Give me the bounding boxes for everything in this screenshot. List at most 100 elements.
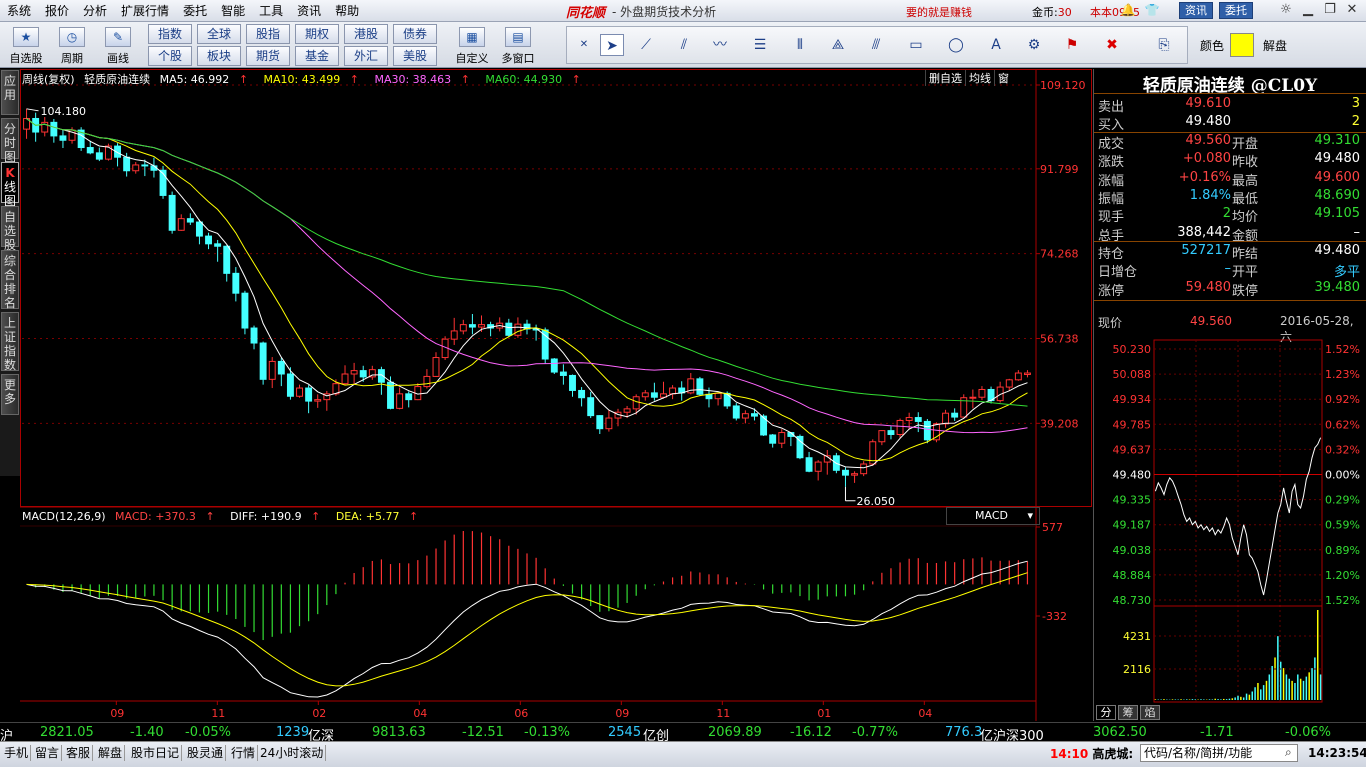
fan-tool-icon[interactable]: ⟁ — [826, 34, 850, 56]
coin-display[interactable]: 金币:30 — [1032, 4, 1072, 20]
bookmark-icon[interactable]: ⚑ — [1060, 34, 1084, 56]
draw-button[interactable]: ✎ 画线 — [98, 25, 138, 65]
status-button[interactable]: 股灵通 — [185, 745, 227, 761]
status-button[interactable]: 24小时滚动 — [258, 745, 327, 761]
text-tool-icon[interactable]: A — [984, 34, 1008, 56]
channel-tool-icon[interactable]: ⫽ — [672, 34, 696, 56]
status-button[interactable]: 留言 — [33, 745, 63, 761]
coin-label: 金币: — [1032, 6, 1058, 19]
indicator-select[interactable]: MACD ▾ — [946, 507, 1040, 525]
kline-chart[interactable]: 109.120 91.799 74.268 56.738 39.208 104.180 26… — [20, 69, 1092, 721]
ellipse-tool-icon[interactable]: ◯ — [944, 34, 968, 56]
candle-body — [978, 388, 986, 398]
ma-button[interactable]: 均线 — [965, 70, 994, 86]
rectangle-tool-icon[interactable]: ▭ — [904, 34, 928, 56]
market-button[interactable]: 外汇 — [344, 46, 388, 66]
ma10-value: MA10: 43.499 ↑ — [264, 73, 365, 86]
parallel-tool-icon[interactable]: ⫻ — [864, 34, 888, 56]
slogan-link[interactable]: 要的就是赚钱 — [906, 4, 972, 20]
gear-icon[interactable]: ⚙ — [1022, 34, 1046, 56]
menu-item[interactable]: 帮助 — [328, 2, 366, 19]
menu-item[interactable]: 委托 — [176, 2, 214, 19]
delete-icon[interactable]: ✖ — [1100, 34, 1124, 56]
left-tab[interactable]: 分时图 — [1, 118, 19, 164]
candle-body — [1005, 379, 1013, 388]
toolbar-close-icon[interactable]: ✕ — [572, 34, 596, 56]
menu-item[interactable]: 报价 — [38, 2, 76, 19]
left-tab[interactable]: 更多 — [1, 374, 19, 415]
tab-chips[interactable]: 筹 — [1118, 705, 1138, 720]
x-tick-label: 06 — [514, 707, 528, 720]
quote-row: 持仓 527217 昨结 49.480 — [1096, 243, 1364, 262]
menu-item[interactable]: 工具 — [252, 2, 290, 19]
trade-button[interactable]: 委托 — [1219, 2, 1253, 19]
menu-item[interactable]: 分析 — [76, 2, 114, 19]
window-button[interactable]: 窗 — [994, 70, 1012, 86]
status-button[interactable]: 手机 — [2, 745, 32, 761]
custom-layout-button[interactable]: ▦ 自定义 — [452, 25, 492, 65]
bars-tool-icon[interactable]: ⦀ — [788, 34, 812, 56]
export-icon[interactable]: ⎘ — [1152, 34, 1176, 56]
cursor-icon[interactable]: ➤ — [600, 34, 624, 56]
candle-body — [723, 392, 731, 407]
candle-body — [923, 420, 931, 441]
news-ticker[interactable]: 14:10 高虎城: — [1050, 745, 1133, 762]
wave-tool-icon[interactable]: 〰 — [708, 34, 732, 56]
status-button[interactable]: 行情 — [229, 745, 259, 761]
left-tab[interactable]: 综合排名 — [1, 250, 19, 310]
intraday-price-tick: 48.730 — [1113, 594, 1152, 607]
status-button[interactable]: 客服 — [64, 745, 94, 761]
ma30-text: MA30: 38.463 — [374, 73, 452, 86]
index-ticker-bar[interactable]: 沪 2821.05 -1.40 -0.05% 1239 亿深 9813.63 -12.51 -0… — [0, 722, 1366, 744]
watchlist-button[interactable]: ★ 自选股 — [6, 25, 46, 65]
multi-window-button[interactable]: ▤ 多窗口 — [498, 25, 538, 65]
market-button[interactable]: 基金 — [295, 46, 339, 66]
left-tab[interactable]: 应用 — [1, 70, 19, 115]
color-swatch[interactable] — [1230, 33, 1254, 57]
market-button[interactable]: 板块 — [197, 46, 241, 66]
tab-minute[interactable]: 分 — [1096, 705, 1116, 720]
close-button[interactable]: ✕ — [1342, 2, 1362, 19]
kline-chart-area[interactable]: 109.120 91.799 74.268 56.738 39.208 104.180 26… — [20, 69, 1092, 721]
news-button[interactable]: 资讯 — [1179, 2, 1213, 19]
market-button[interactable]: 个股 — [148, 46, 192, 66]
market-button[interactable]: 指数 — [148, 24, 192, 44]
candle-body — [778, 432, 786, 444]
fibonacci-tool-icon[interactable]: ☰ — [748, 34, 772, 56]
dea-text: DEA: +5.77 — [335, 510, 400, 523]
search-input[interactable]: 代码/名称/简拼/功能 — [1140, 744, 1298, 762]
status-button[interactable]: 股市日记 — [129, 745, 183, 761]
candle-body — [468, 324, 476, 328]
minimize-button[interactable]: ▁ — [1298, 2, 1318, 19]
menu-item[interactable]: 系统 — [0, 2, 38, 19]
left-tab[interactable]: 自选股 — [1, 206, 19, 252]
left-tab[interactable]: K线图 — [1, 162, 19, 208]
market-button[interactable]: 股指 — [246, 24, 290, 44]
period-button[interactable]: ◷ 周期 — [52, 25, 92, 65]
skin-icon[interactable]: ☼ — [1276, 2, 1296, 19]
candle-body — [50, 121, 58, 137]
market-button[interactable]: 美股 — [393, 46, 437, 66]
menu-item[interactable]: 资讯 — [290, 2, 328, 19]
status-button[interactable]: 解盘 — [96, 745, 126, 761]
candle-body — [505, 322, 513, 336]
menu-item[interactable]: 扩展行情 — [114, 2, 176, 19]
left-tab[interactable]: 上证指数 — [1, 312, 19, 372]
line-tool-icon[interactable]: ⟋ — [634, 34, 658, 56]
restore-button[interactable]: ❐ — [1320, 2, 1340, 19]
bell-icon[interactable]: 🔔 — [1120, 3, 1136, 18]
market-button[interactable]: 期货 — [246, 46, 290, 66]
quote-row: 涨跌 +0.080 昨收 49.480 — [1096, 151, 1364, 170]
intraday-pct-tick: 1.20% — [1325, 569, 1360, 582]
tab-flame[interactable]: 焰 — [1140, 705, 1160, 720]
intraday-chart[interactable]: 50.230 1.52% 50.088 1.23% 49.934 0.92% 49.785 0… — [1094, 336, 1366, 704]
remove-watchlist-button[interactable]: 删自选 — [925, 70, 965, 86]
unlock-button[interactable]: 解盘 — [1263, 37, 1287, 54]
market-button[interactable]: 港股 — [344, 24, 388, 44]
market-button[interactable]: 债券 — [393, 24, 437, 44]
shirt-icon[interactable]: 👕 — [1144, 3, 1160, 18]
search-icon[interactable]: ⌕ — [1285, 745, 1292, 760]
market-button[interactable]: 全球 — [197, 24, 241, 44]
menu-item[interactable]: 智能 — [214, 2, 252, 19]
market-button[interactable]: 期权 — [295, 24, 339, 44]
